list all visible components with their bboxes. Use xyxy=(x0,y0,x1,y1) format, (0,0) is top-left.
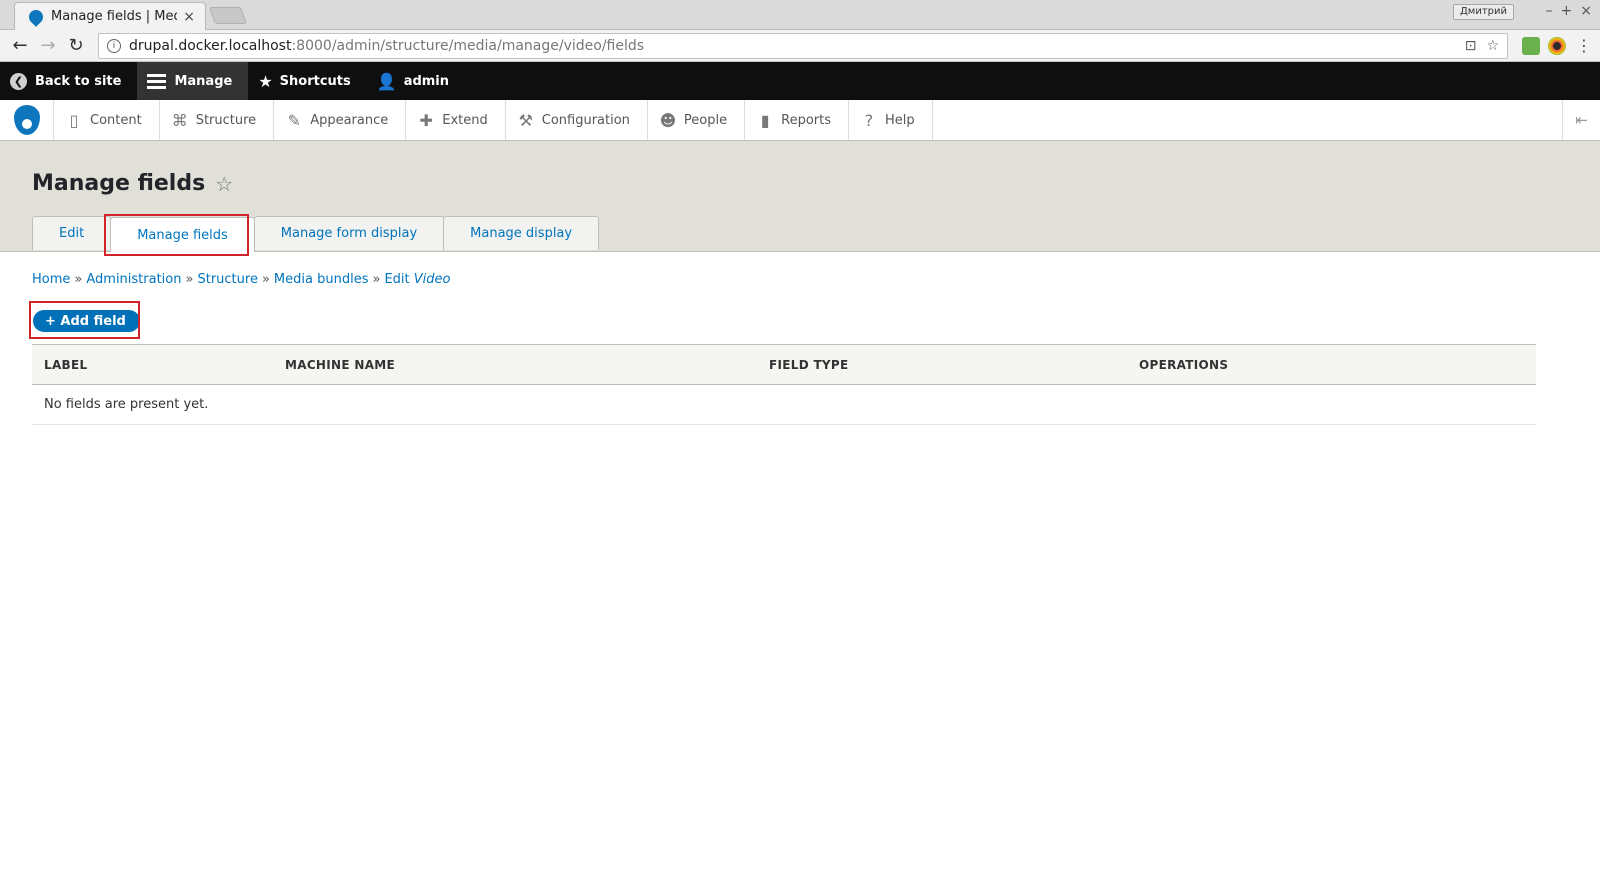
menu-item-content[interactable]: ▯ Content xyxy=(54,100,160,140)
menu-item-label: Appearance xyxy=(310,112,389,128)
fields-table: LABEL MACHINE NAME FIELD TYPE OPERATIONS… xyxy=(32,344,1536,425)
reload-icon[interactable]: ↻ xyxy=(64,35,88,56)
page-header: Manage fields ☆ Edit Manage fields Manag… xyxy=(0,141,1600,256)
menu-item-people[interactable]: ☻ People xyxy=(648,100,746,140)
user-toolbar-tab[interactable]: 👤 admin xyxy=(367,62,465,100)
browser-tab-title: Manage fields | Media xyxy=(51,9,177,24)
brush-icon: ✎ xyxy=(287,110,301,130)
column-header-operations: OPERATIONS xyxy=(1139,357,1229,372)
url-input[interactable]: i drupal.docker.localhost:8000/admin/str… xyxy=(98,32,1508,59)
puzzle-icon: ✚ xyxy=(419,110,433,130)
profile-button[interactable]: Дмитрий xyxy=(1452,4,1514,20)
menu-item-label: People xyxy=(683,112,728,128)
menu-item-label: Help xyxy=(885,112,915,128)
column-header-machine-name: MACHINE NAME xyxy=(285,357,396,372)
extension-download-icon[interactable] xyxy=(1522,36,1540,55)
minimize-icon[interactable]: – xyxy=(1546,3,1553,19)
url-path: :8000/admin/structure/media/manage/video… xyxy=(291,37,645,54)
url-host: drupal.docker.localhost xyxy=(129,37,292,54)
shortcuts-label: Shortcuts xyxy=(279,73,351,89)
extension-color-icon[interactable] xyxy=(1548,36,1566,55)
back-arrow-icon[interactable]: ← xyxy=(8,35,32,56)
menu-item-label: Extend xyxy=(442,112,488,128)
breadcrumb-media-bundles[interactable]: Media bundles xyxy=(274,272,369,287)
help-icon: ? xyxy=(864,110,874,130)
forward-arrow-icon[interactable]: → xyxy=(36,35,60,56)
chevron-left-icon: ❮ xyxy=(10,72,27,90)
user-icon: 👤 xyxy=(376,71,397,91)
close-window-icon[interactable]: × xyxy=(1580,3,1592,19)
drupal-favicon-icon xyxy=(26,6,46,27)
menu-item-label: Configuration xyxy=(541,112,630,128)
breadcrumb-structure[interactable]: Structure xyxy=(197,272,257,287)
menu-item-appearance[interactable]: ✎ Appearance xyxy=(274,100,407,140)
window-controls: – + × xyxy=(1546,3,1592,19)
breadcrumb-home[interactable]: Home xyxy=(32,272,70,287)
menu-item-structure[interactable]: ⌘ Structure xyxy=(160,100,275,140)
tab-edit[interactable]: Edit xyxy=(32,216,112,250)
highlight-box-add-field xyxy=(29,301,140,339)
hamburger-icon xyxy=(147,71,167,92)
star-icon: ★ xyxy=(258,71,273,91)
tray-orientation-toggle-icon[interactable]: ⇤ xyxy=(1562,100,1600,140)
breadcrumb: Home» Administration» Structure» Media bund… xyxy=(32,272,451,287)
maximize-icon[interactable]: + xyxy=(1561,3,1573,19)
wrench-icon: ⚒ xyxy=(518,110,533,130)
breadcrumb-administration[interactable]: Administration xyxy=(86,272,181,287)
manage-toolbar-tab[interactable]: Manage xyxy=(137,62,249,100)
close-tab-icon[interactable]: × xyxy=(183,9,195,25)
menu-item-reports[interactable]: ▮ Reports xyxy=(745,100,849,140)
bookmark-star-icon[interactable]: ☆ xyxy=(1486,38,1499,54)
site-info-icon[interactable]: i xyxy=(107,38,121,53)
file-icon: ▯ xyxy=(69,110,79,130)
menu-item-label: Structure xyxy=(195,112,257,128)
structure-icon: ⌘ xyxy=(171,110,188,130)
menu-item-help[interactable]: ? Help xyxy=(849,100,933,140)
new-tab-button[interactable] xyxy=(208,7,248,24)
admin-toolbar: ❮ Back to site Manage ★ Shortcuts 👤 admi… xyxy=(0,62,1600,100)
page-title-text: Manage fields xyxy=(32,171,206,196)
browser-tabstrip: Manage fields | Media × Дмитрий – + × xyxy=(0,0,1600,30)
breadcrumb-edit-video[interactable]: Edit Video xyxy=(384,272,450,287)
people-icon: ☻ xyxy=(659,110,677,130)
menu-item-extend[interactable]: ✚ Extend xyxy=(406,100,506,140)
column-header-field-type: FIELD TYPE xyxy=(769,357,849,372)
address-bar: ← → ↻ i drupal.docker.localhost:8000/adm… xyxy=(0,30,1600,62)
menu-item-label: Content xyxy=(90,112,142,128)
tab-manage-display[interactable]: Manage display xyxy=(443,216,600,250)
menu-item-configuration[interactable]: ⚒ Configuration xyxy=(506,100,648,140)
translate-icon[interactable]: ⊡ xyxy=(1465,38,1477,54)
column-header-label: LABEL xyxy=(44,357,88,372)
user-label: admin xyxy=(403,73,450,89)
admin-menu-tray: ▯ Content ⌘ Structure ✎ Appearance ✚ Ext… xyxy=(0,100,1600,141)
browser-menu-icon[interactable]: ⋮ xyxy=(1576,36,1592,55)
browser-tab[interactable]: Manage fields | Media × xyxy=(14,2,206,30)
table-empty-row: No fields are present yet. xyxy=(32,385,1536,425)
highlight-box-manage-fields xyxy=(104,214,249,256)
page-title: Manage fields ☆ xyxy=(32,171,233,196)
menu-item-label: Reports xyxy=(781,112,831,128)
back-to-site-link[interactable]: ❮ Back to site xyxy=(0,62,137,100)
bar-chart-icon: ▮ xyxy=(760,110,770,130)
shortcuts-toolbar-tab[interactable]: ★ Shortcuts xyxy=(248,62,366,100)
tab-manage-form-display[interactable]: Manage form display xyxy=(253,216,445,250)
drupal-logo-icon[interactable] xyxy=(0,100,54,140)
back-to-site-label: Back to site xyxy=(35,73,122,89)
table-header: LABEL MACHINE NAME FIELD TYPE OPERATIONS xyxy=(32,344,1536,385)
shortcut-star-icon[interactable]: ☆ xyxy=(215,172,233,196)
manage-label: Manage xyxy=(174,73,233,89)
